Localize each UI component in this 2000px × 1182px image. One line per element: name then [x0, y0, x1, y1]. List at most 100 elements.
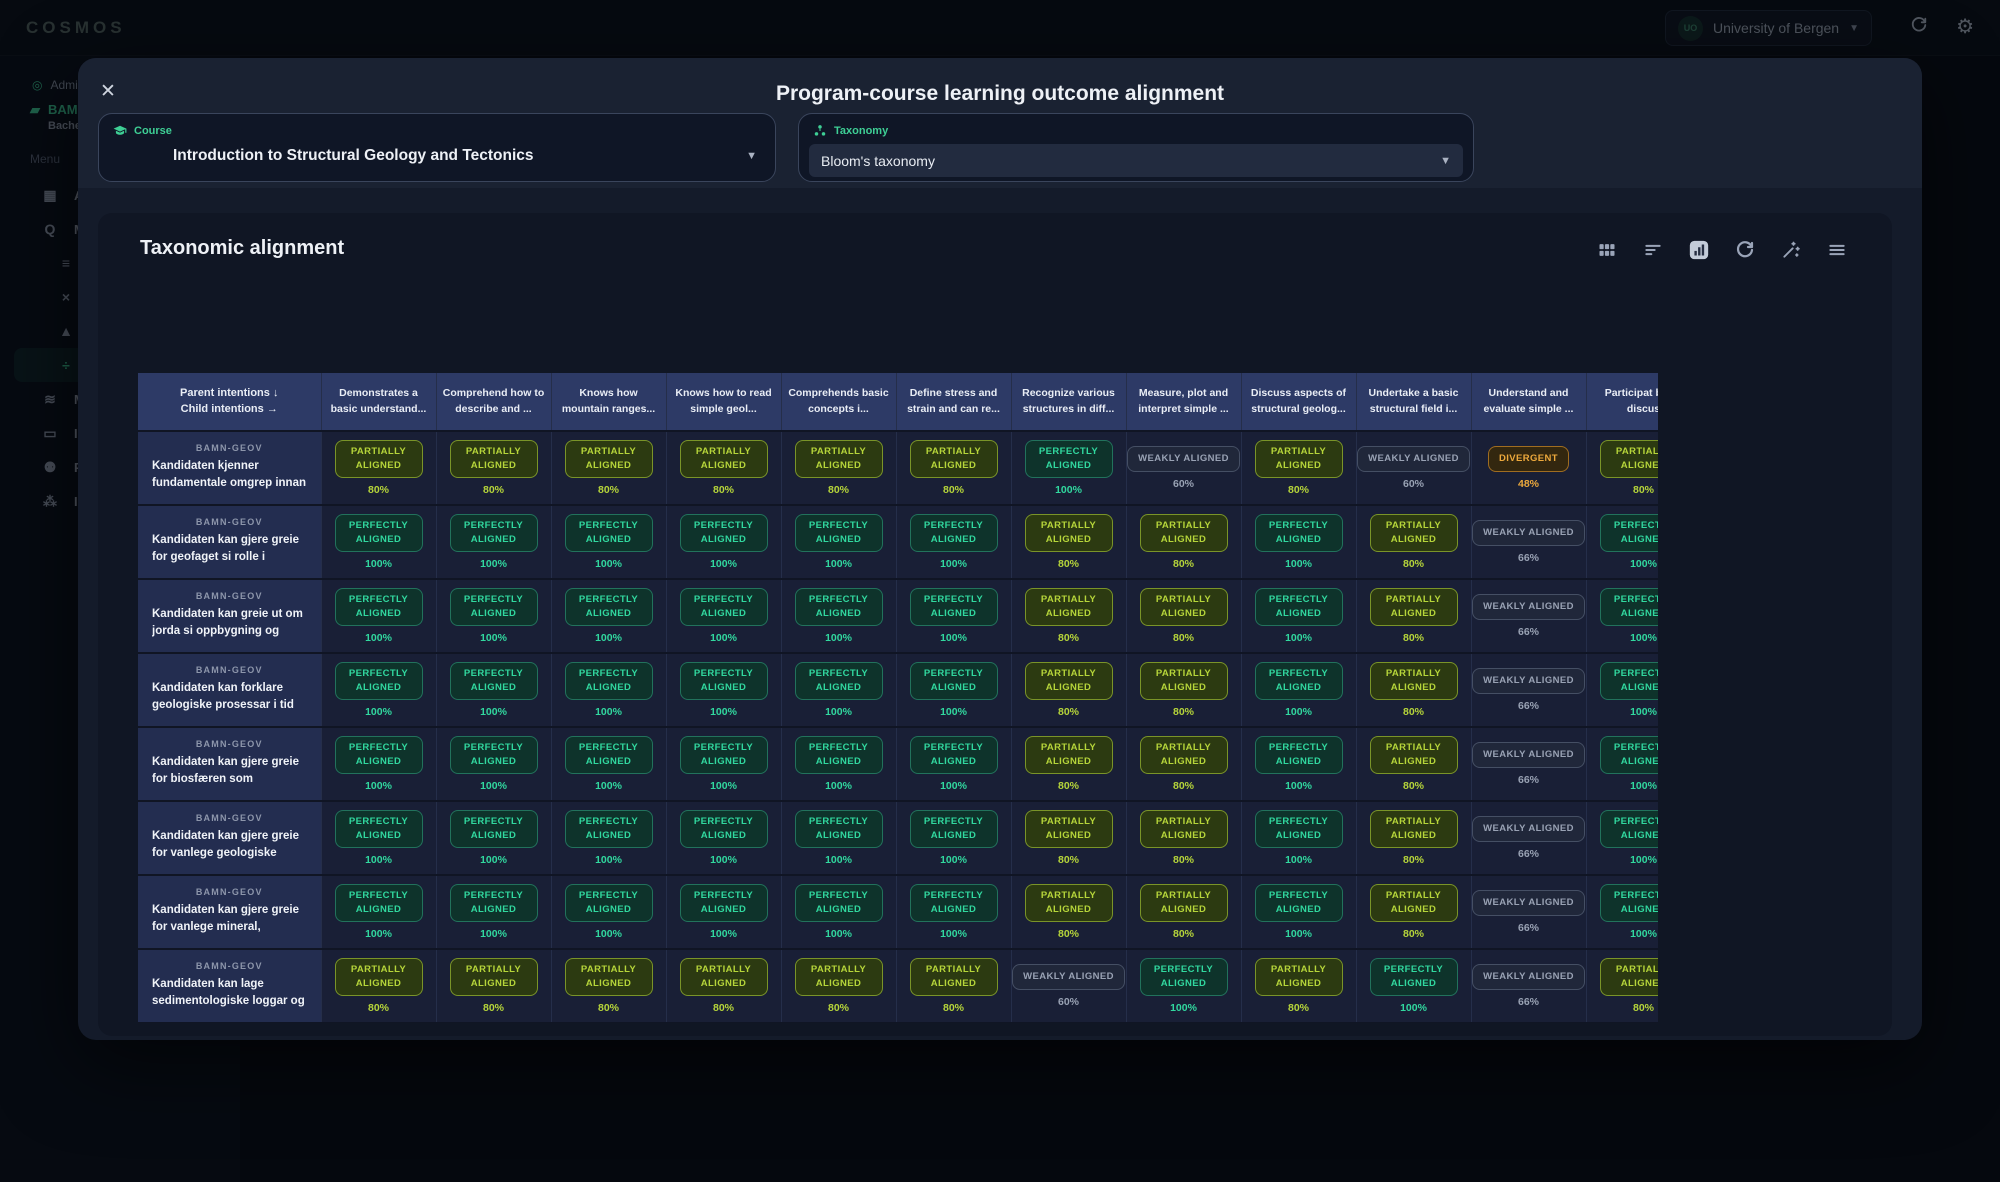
- alignment-cell[interactable]: PARTIALLY ALIGNED80%: [1241, 949, 1356, 1023]
- alignment-cell[interactable]: PERFECTLY ALIGNED100%: [666, 653, 781, 727]
- magic-wand-icon[interactable]: [1780, 239, 1802, 261]
- alignment-cell[interactable]: PERFECTLY ALIGNED100%: [551, 505, 666, 579]
- alignment-cell[interactable]: PERFECTLY ALIGNED100%: [436, 579, 551, 653]
- alignment-cell[interactable]: PERFECTLY ALIGNED100%: [1241, 801, 1356, 875]
- alignment-cell[interactable]: WEAKLY ALIGNED66%: [1471, 949, 1586, 1023]
- alignment-cell[interactable]: PARTIALLY ALIGNED80%: [1356, 653, 1471, 727]
- alignment-cell[interactable]: PERFECTLY ALIGNED100%: [896, 579, 1011, 653]
- alignment-cell[interactable]: PERFECTLY ALIGNED100%: [1241, 579, 1356, 653]
- alignment-cell[interactable]: WEAKLY ALIGNED60%: [1356, 431, 1471, 505]
- alignment-cell[interactable]: PERFECTLY ALIGNED100%: [436, 505, 551, 579]
- alignment-cell[interactable]: PERFECTLY ALIGNED100%: [551, 579, 666, 653]
- alignment-cell[interactable]: WEAKLY ALIGNED66%: [1471, 801, 1586, 875]
- alignment-cell[interactable]: PERFECTLY ALIGNED100%: [1126, 949, 1241, 1023]
- alignment-cell[interactable]: PARTIALLY ALIGNED80%: [781, 949, 896, 1023]
- alignment-cell[interactable]: PERFECTLY ALIGNED100%: [666, 875, 781, 949]
- alignment-cell[interactable]: PARTIALLY ALIGNED80%: [666, 949, 781, 1023]
- alignment-cell[interactable]: PARTIALLY ALIGNED80%: [1011, 653, 1126, 727]
- alignment-cell[interactable]: WEAKLY ALIGNED66%: [1471, 505, 1586, 579]
- alignment-cell[interactable]: PERFECTLY ALIGNED100%: [321, 653, 436, 727]
- alignment-cell[interactable]: PERFECTLY ALIGNED100%: [1241, 505, 1356, 579]
- grid-view-icon[interactable]: [1596, 239, 1618, 261]
- alignment-cell[interactable]: PARTIALLY ALIGNED80%: [1241, 431, 1356, 505]
- alignment-cell[interactable]: PARTIALLY ALIGNED80%: [551, 949, 666, 1023]
- alignment-cell[interactable]: PERFECTLY ALIGNED100%: [896, 801, 1011, 875]
- alignment-cell[interactable]: PERFECTLY ALIGNED100%: [1241, 875, 1356, 949]
- alignment-cell[interactable]: WEAKLY ALIGNED60%: [1126, 431, 1241, 505]
- alignment-cell[interactable]: PARTIALLY ALIGNED80%: [1586, 431, 1658, 505]
- alignment-cell[interactable]: PERFECTLY ALIGNED100%: [666, 727, 781, 801]
- alignment-cell[interactable]: PERFECTLY ALIGNED100%: [781, 653, 896, 727]
- alignment-cell[interactable]: PERFECTLY ALIGNED100%: [781, 727, 896, 801]
- course-select[interactable]: Course Introduction to Structural Geolog…: [98, 113, 776, 182]
- alignment-cell[interactable]: PARTIALLY ALIGNED80%: [1356, 801, 1471, 875]
- alignment-cell[interactable]: PARTIALLY ALIGNED80%: [1356, 727, 1471, 801]
- alignment-cell[interactable]: PERFECTLY ALIGNED100%: [321, 875, 436, 949]
- alignment-cell[interactable]: PERFECTLY ALIGNED100%: [781, 801, 896, 875]
- alignment-cell[interactable]: PERFECTLY ALIGNED100%: [666, 505, 781, 579]
- alignment-cell[interactable]: PARTIALLY ALIGNED80%: [1011, 801, 1126, 875]
- alignment-cell[interactable]: PERFECTLY ALIGNED100%: [896, 875, 1011, 949]
- alignment-cell[interactable]: PARTIALLY ALIGNED80%: [1011, 727, 1126, 801]
- alignment-cell[interactable]: PERFECTLY ALIGNED100%: [321, 505, 436, 579]
- alignment-cell[interactable]: PERFECTLY ALIGNED100%: [1586, 875, 1658, 949]
- alignment-cell[interactable]: WEAKLY ALIGNED66%: [1471, 727, 1586, 801]
- alignment-cell[interactable]: PARTIALLY ALIGNED80%: [1011, 505, 1126, 579]
- alignment-cell[interactable]: PERFECTLY ALIGNED100%: [1586, 505, 1658, 579]
- bar-chart-icon[interactable]: [1688, 239, 1710, 261]
- alignment-cell[interactable]: PARTIALLY ALIGNED80%: [1126, 801, 1241, 875]
- alignment-cell[interactable]: PARTIALLY ALIGNED80%: [896, 431, 1011, 505]
- sort-lines-icon[interactable]: [1642, 239, 1664, 261]
- alignment-cell[interactable]: PERFECTLY ALIGNED100%: [781, 875, 896, 949]
- refresh-icon[interactable]: [1734, 239, 1756, 261]
- alignment-cell[interactable]: PERFECTLY ALIGNED100%: [1241, 727, 1356, 801]
- alignment-cell[interactable]: PARTIALLY ALIGNED80%: [1126, 579, 1241, 653]
- alignment-cell[interactable]: WEAKLY ALIGNED60%: [1011, 949, 1126, 1023]
- alignment-cell[interactable]: PARTIALLY ALIGNED80%: [1586, 949, 1658, 1023]
- taxonomy-select[interactable]: Taxonomy Bloom's taxonomy ▼: [798, 113, 1474, 182]
- alignment-cell[interactable]: PERFECTLY ALIGNED100%: [551, 801, 666, 875]
- alignment-cell[interactable]: PARTIALLY ALIGNED80%: [1011, 875, 1126, 949]
- alignment-cell[interactable]: PERFECTLY ALIGNED100%: [781, 505, 896, 579]
- alignment-cell[interactable]: PARTIALLY ALIGNED80%: [781, 431, 896, 505]
- alignment-cell[interactable]: PERFECTLY ALIGNED100%: [1586, 653, 1658, 727]
- alignment-cell[interactable]: PERFECTLY ALIGNED100%: [896, 727, 1011, 801]
- alignment-cell[interactable]: PERFECTLY ALIGNED100%: [1356, 949, 1471, 1023]
- alignment-cell[interactable]: PERFECTLY ALIGNED100%: [321, 727, 436, 801]
- alignment-cell[interactable]: PERFECTLY ALIGNED100%: [436, 727, 551, 801]
- alignment-cell[interactable]: WEAKLY ALIGNED66%: [1471, 653, 1586, 727]
- alignment-cell[interactable]: WEAKLY ALIGNED66%: [1471, 579, 1586, 653]
- alignment-cell[interactable]: PERFECTLY ALIGNED100%: [551, 875, 666, 949]
- alignment-cell[interactable]: PARTIALLY ALIGNED80%: [1356, 875, 1471, 949]
- alignment-cell[interactable]: PARTIALLY ALIGNED80%: [1126, 727, 1241, 801]
- alignment-cell[interactable]: PERFECTLY ALIGNED100%: [1586, 801, 1658, 875]
- alignment-cell[interactable]: WEAKLY ALIGNED66%: [1471, 875, 1586, 949]
- alignment-cell[interactable]: PERFECTLY ALIGNED100%: [781, 579, 896, 653]
- alignment-cell[interactable]: PERFECTLY ALIGNED100%: [436, 801, 551, 875]
- alignment-cell[interactable]: PERFECTLY ALIGNED100%: [436, 875, 551, 949]
- alignment-cell[interactable]: PARTIALLY ALIGNED80%: [436, 431, 551, 505]
- alignment-cell[interactable]: PERFECTLY ALIGNED100%: [1586, 579, 1658, 653]
- alignment-cell[interactable]: PERFECTLY ALIGNED100%: [551, 727, 666, 801]
- alignment-cell[interactable]: PARTIALLY ALIGNED80%: [321, 949, 436, 1023]
- align-lines-icon[interactable]: [1826, 239, 1848, 261]
- alignment-cell[interactable]: PERFECTLY ALIGNED100%: [896, 505, 1011, 579]
- alignment-cell[interactable]: PERFECTLY ALIGNED100%: [1586, 727, 1658, 801]
- alignment-cell[interactable]: PERFECTLY ALIGNED100%: [436, 653, 551, 727]
- alignment-cell[interactable]: PARTIALLY ALIGNED80%: [551, 431, 666, 505]
- alignment-cell[interactable]: PERFECTLY ALIGNED100%: [666, 801, 781, 875]
- alignment-cell[interactable]: PERFECTLY ALIGNED100%: [321, 801, 436, 875]
- alignment-cell[interactable]: PERFECTLY ALIGNED100%: [321, 579, 436, 653]
- alignment-cell[interactable]: PARTIALLY ALIGNED80%: [1126, 653, 1241, 727]
- alignment-cell[interactable]: PARTIALLY ALIGNED80%: [436, 949, 551, 1023]
- alignment-cell[interactable]: PARTIALLY ALIGNED80%: [1356, 505, 1471, 579]
- alignment-cell[interactable]: PARTIALLY ALIGNED80%: [896, 949, 1011, 1023]
- alignment-cell[interactable]: PARTIALLY ALIGNED80%: [321, 431, 436, 505]
- alignment-cell[interactable]: PARTIALLY ALIGNED80%: [1011, 579, 1126, 653]
- alignment-cell[interactable]: PARTIALLY ALIGNED80%: [1126, 505, 1241, 579]
- alignment-cell[interactable]: PARTIALLY ALIGNED80%: [1356, 579, 1471, 653]
- alignment-cell[interactable]: PARTIALLY ALIGNED80%: [666, 431, 781, 505]
- alignment-cell[interactable]: PARTIALLY ALIGNED80%: [1126, 875, 1241, 949]
- alignment-cell[interactable]: PERFECTLY ALIGNED100%: [551, 653, 666, 727]
- alignment-cell[interactable]: PERFECTLY ALIGNED100%: [896, 653, 1011, 727]
